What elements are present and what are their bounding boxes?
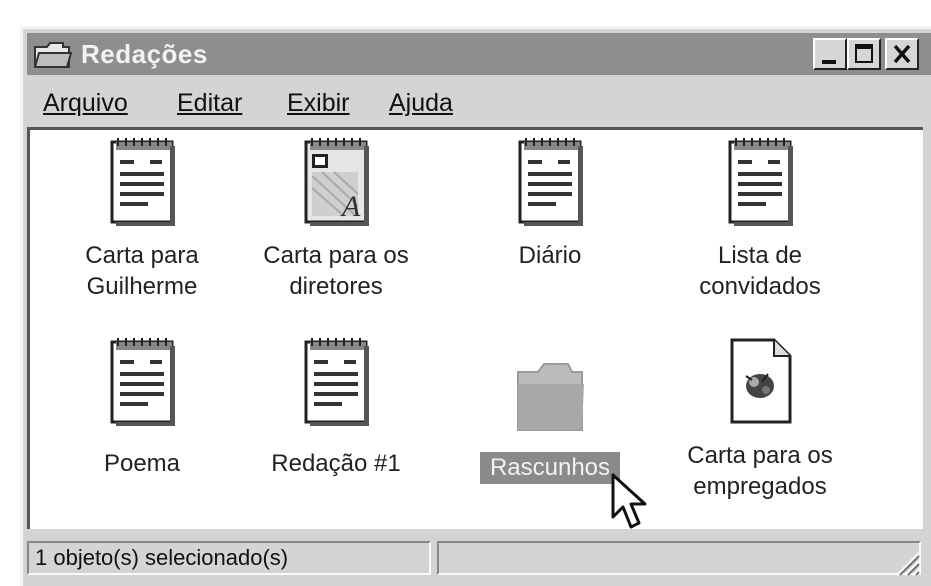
notepad-document-icon <box>728 138 793 226</box>
mouse-cursor-icon <box>611 473 647 529</box>
file-label: Poema <box>103 450 181 477</box>
file-list[interactable]: Carta para Guilherme A Carta para os dir… <box>27 127 923 529</box>
file-label: Carta para os diretores <box>263 242 409 300</box>
folder-icon <box>517 363 584 431</box>
minimize-button[interactable] <box>813 38 847 70</box>
file-label: Carta para os empregados <box>687 442 833 500</box>
menu-exibir[interactable]: Exibir <box>287 89 350 118</box>
menu-bar: Arquivo Editar Exibir Ajuda <box>27 83 931 123</box>
file-diario[interactable]: Diário <box>450 136 650 326</box>
explorer-window: Redações Arquivo Editar Exibir Ajuda Car… <box>20 26 931 586</box>
notepad-document-icon <box>110 138 175 226</box>
notepad-document-icon <box>518 138 583 226</box>
file-carta-guilherme[interactable]: Carta para Guilherme <box>42 136 242 326</box>
minimize-icon <box>822 60 836 64</box>
file-label: Redação #1 <box>271 450 401 477</box>
menu-editar[interactable]: Editar <box>177 89 242 118</box>
status-text: 1 objeto(s) selecionado(s) <box>35 545 289 570</box>
notepad-document-icon <box>110 338 175 426</box>
menu-arquivo[interactable]: Arquivo <box>43 89 128 118</box>
maximize-icon <box>855 44 873 63</box>
file-label: Diário <box>518 242 582 269</box>
menu-ajuda[interactable]: Ajuda <box>389 89 453 118</box>
wordpad-document-icon: A <box>304 138 369 226</box>
file-redacao-1[interactable]: Redação #1 <box>236 336 436 526</box>
maximize-button[interactable] <box>847 38 881 70</box>
file-lista-convidados[interactable]: Lista de convidados <box>660 136 860 326</box>
window-title: Redações <box>81 39 208 69</box>
file-label: Lista de convidados <box>699 242 821 300</box>
file-carta-empregados[interactable]: Carta para os empregados <box>660 336 860 526</box>
status-bar: 1 objeto(s) selecionado(s) <box>27 537 923 577</box>
svg-text:A: A <box>340 190 361 223</box>
folder-icon <box>33 42 73 68</box>
paint-document-icon <box>730 338 792 424</box>
notepad-document-icon <box>304 338 369 426</box>
close-icon <box>893 44 911 64</box>
close-button[interactable] <box>885 38 919 70</box>
status-panel-main: 1 objeto(s) selecionado(s) <box>27 541 431 575</box>
title-bar[interactable]: Redações <box>27 33 931 75</box>
file-label: Carta para Guilherme <box>85 242 199 300</box>
resize-grip-icon[interactable] <box>891 547 921 577</box>
file-carta-diretores[interactable]: A Carta para os diretores <box>236 136 436 326</box>
status-panel-secondary <box>437 541 921 575</box>
file-poema[interactable]: Poema <box>42 336 242 526</box>
